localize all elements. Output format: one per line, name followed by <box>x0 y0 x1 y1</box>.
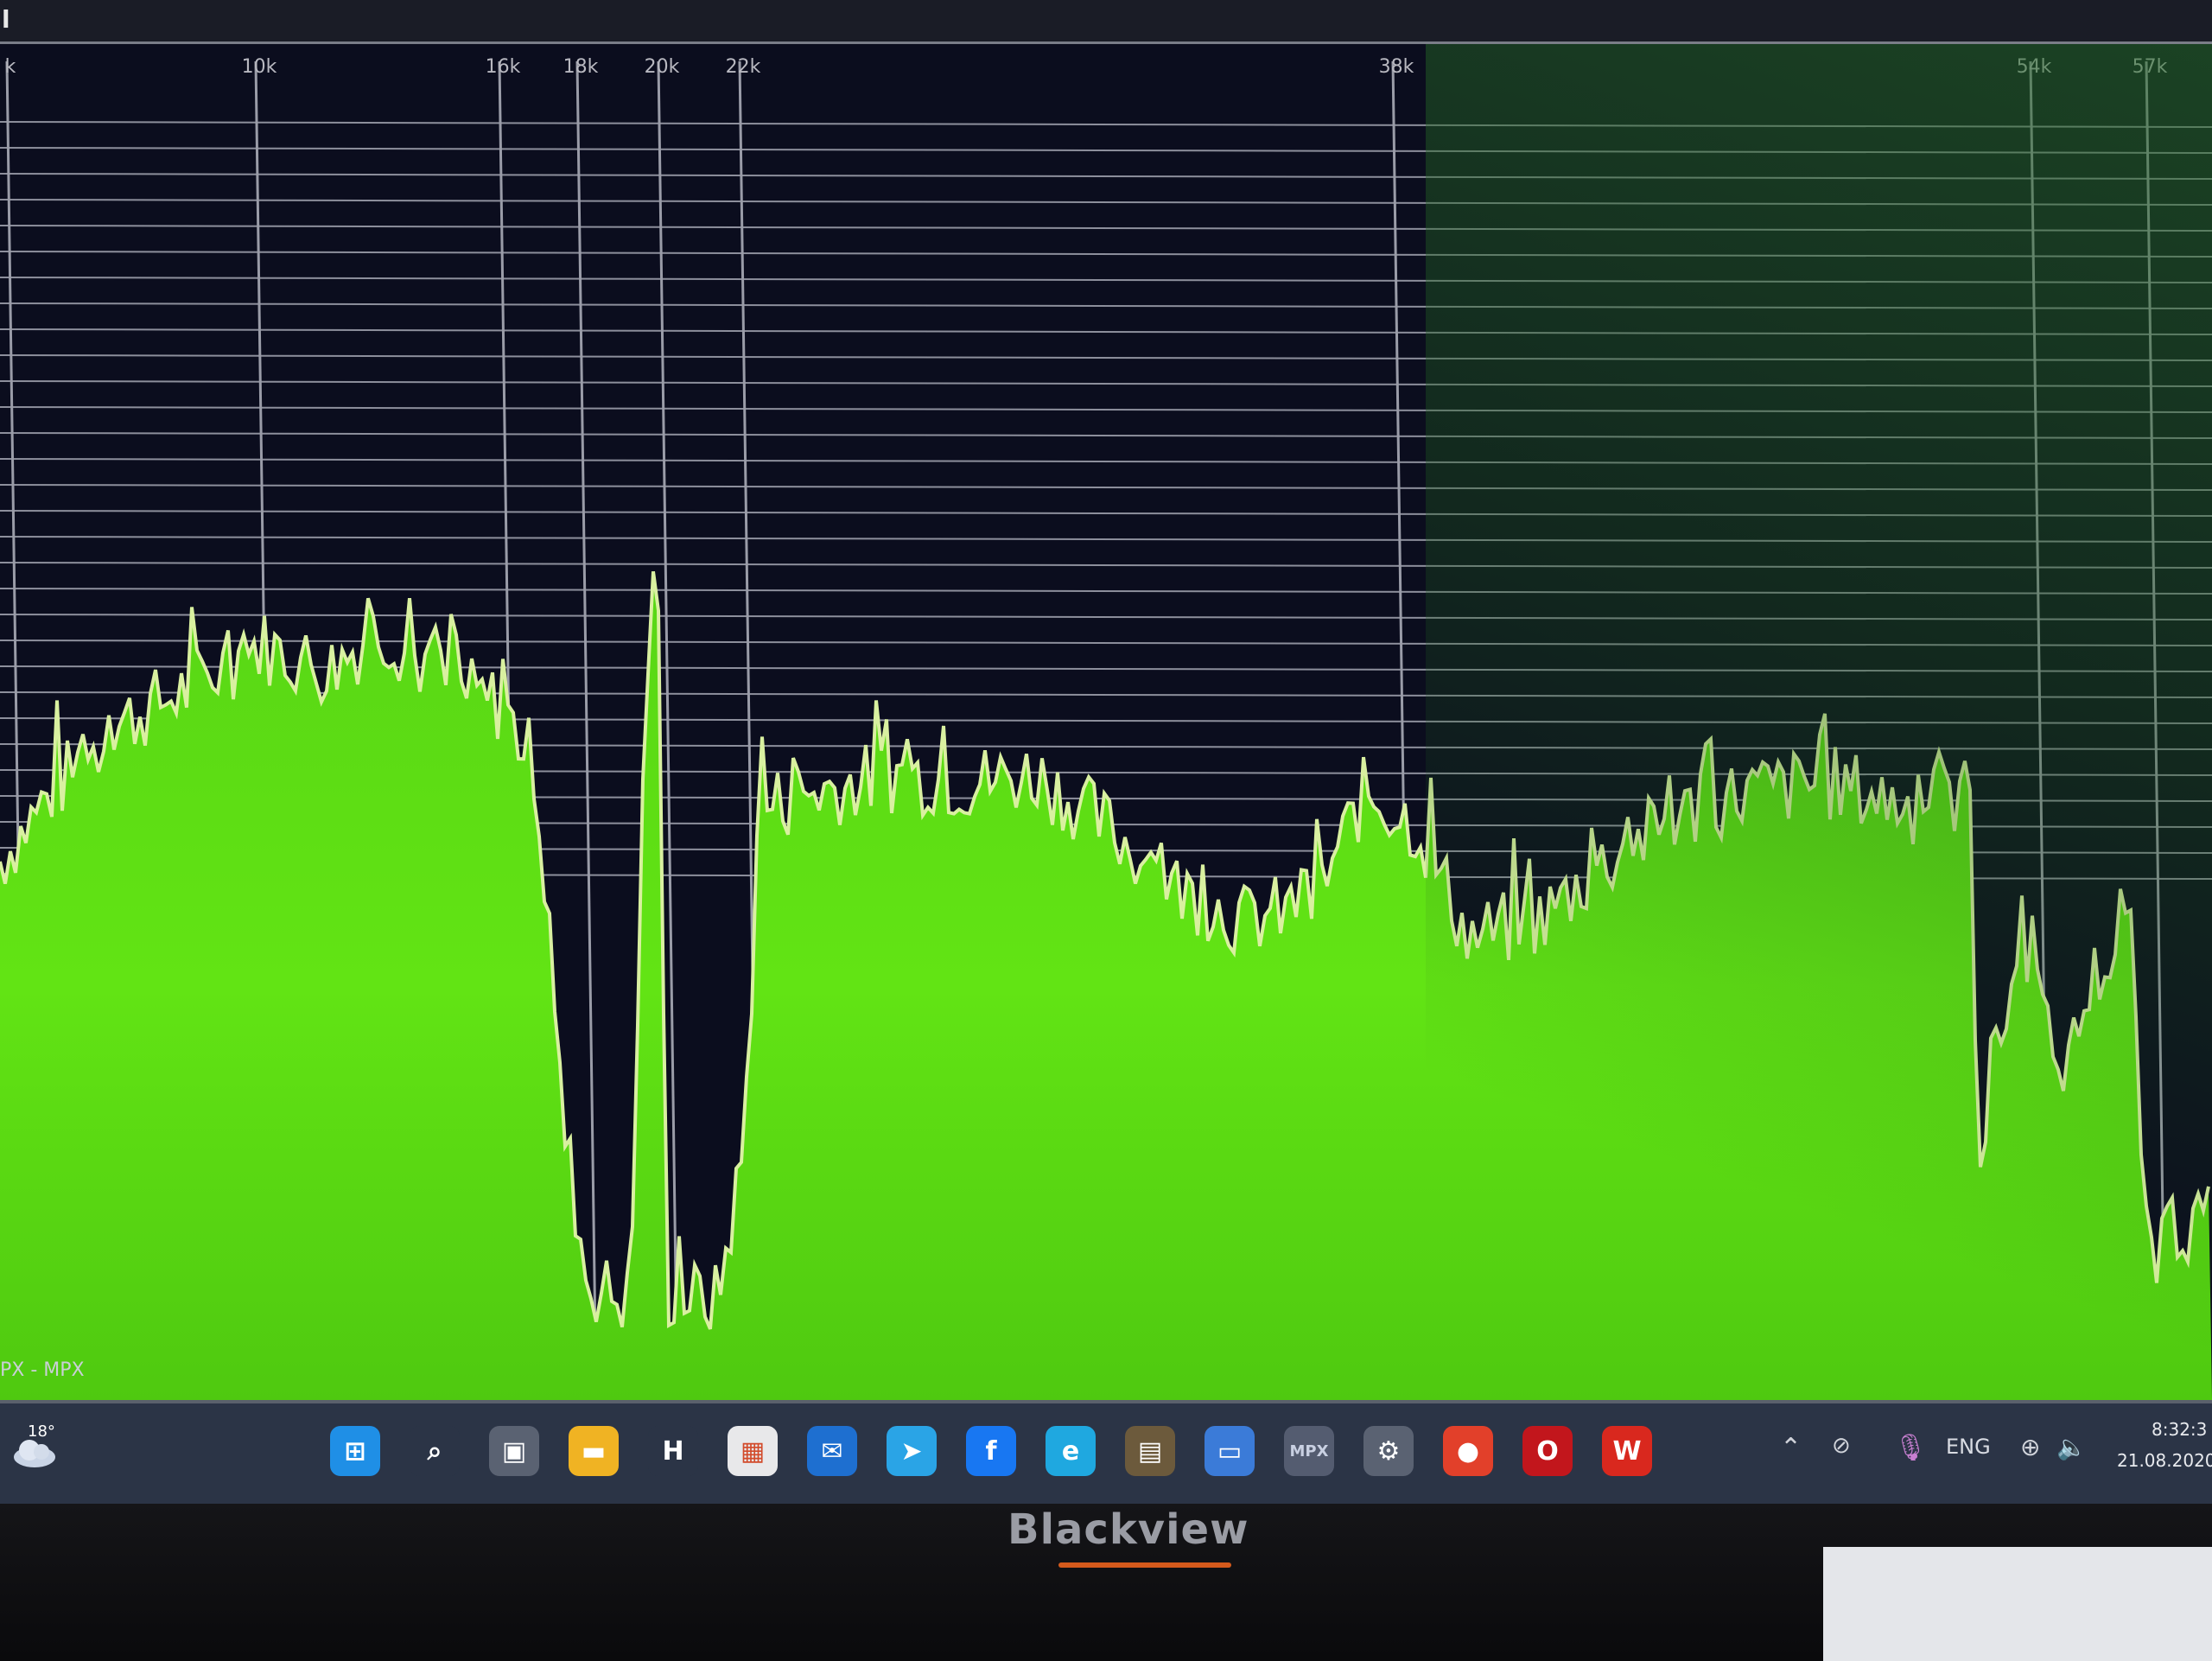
telegram-icon[interactable]: ➤ <box>887 1426 937 1476</box>
clock-date[interactable]: 21.08.2020 <box>2117 1450 2212 1471</box>
window-title-bar[interactable]: l <box>0 0 2212 44</box>
windows-start-icon[interactable]: ⊞ <box>330 1426 380 1476</box>
grid-line <box>0 302 2212 309</box>
grid-line <box>0 510 2212 517</box>
grid-line <box>0 614 2212 620</box>
grid-line <box>0 121 2212 128</box>
grid-line <box>0 251 2212 258</box>
app-glyph: ● <box>1456 1435 1480 1467</box>
mpx-app-icon[interactable]: MPX <box>1284 1426 1334 1476</box>
frequency-marker-line <box>2145 60 2167 1400</box>
mail-icon[interactable]: ✉ <box>807 1426 857 1476</box>
app-glyph: f <box>985 1435 997 1467</box>
frequency-label: k <box>4 56 16 78</box>
spectrum-plot <box>0 60 2212 1400</box>
grid-line <box>0 484 2212 491</box>
app-glyph: W <box>1612 1435 1642 1467</box>
screen-recorder-icon[interactable]: ● <box>1443 1426 1493 1476</box>
grid-line <box>0 536 2212 543</box>
app-glyph: ▤ <box>1137 1435 1163 1467</box>
grid-line <box>0 277 2212 283</box>
search-icon[interactable]: ⌕ <box>410 1426 460 1476</box>
app-glyph: ⌕ <box>427 1435 442 1467</box>
grid-line <box>0 432 2212 439</box>
app-glyph: ▭ <box>1217 1435 1243 1467</box>
clock-time[interactable]: 8:32:3 <box>2152 1419 2207 1440</box>
app-glyph: ⊞ <box>344 1435 366 1467</box>
store-icon[interactable]: ▦ <box>728 1426 778 1476</box>
frequency-label: 18k <box>563 56 599 78</box>
task-view-icon[interactable]: ▣ <box>489 1426 539 1476</box>
grid-line <box>0 562 2212 569</box>
app-glyph: ➤ <box>900 1435 923 1467</box>
weather-widget[interactable]: 18° <box>9 1422 69 1480</box>
app-glyph: ✉ <box>821 1435 843 1467</box>
frequency-label: 57k <box>2132 56 2168 78</box>
microphone-icon[interactable]: 🎙 <box>1894 1433 1927 1463</box>
app-glyph: ▬ <box>581 1435 607 1467</box>
chevron-up-icon[interactable]: ⌃ <box>1780 1433 1802 1463</box>
spectrum-analyzer-panel[interactable]: k 10k 16k 18k 20k 22k 38k 54k 57k PX - MPX <box>0 44 2212 1400</box>
frequency-marker-line <box>575 60 598 1400</box>
app-glyph: ⚙ <box>1376 1435 1401 1467</box>
calculator-icon[interactable]: ▤ <box>1125 1426 1175 1476</box>
window-title: l <box>2 5 10 34</box>
monitor-screen: l k 10k 16k 18k 20k 22k 38k 54k 57k PX - MPX <box>0 0 2212 1504</box>
h-app-icon[interactable]: H <box>648 1426 698 1476</box>
monitor-brand-logo: Blackview <box>1007 1505 1249 1554</box>
grid-line <box>0 328 2212 335</box>
file-explorer-icon[interactable]: ▬ <box>569 1426 619 1476</box>
office-icon[interactable]: W <box>1602 1426 1652 1476</box>
app-glyph: e <box>1061 1435 1080 1467</box>
app-glyph: MPX <box>1289 1441 1329 1461</box>
folder-icon[interactable]: ▭ <box>1205 1426 1255 1476</box>
grid-line <box>0 225 2212 232</box>
opera-icon[interactable]: O <box>1522 1426 1573 1476</box>
grid-line <box>0 199 2212 206</box>
edge-icon[interactable]: e <box>1046 1426 1096 1476</box>
frequency-label: 22k <box>725 56 761 78</box>
app-glyph: H <box>662 1435 684 1467</box>
grid-line <box>0 640 2212 646</box>
volume-icon[interactable]: 🔈 <box>2056 1433 2087 1461</box>
globe-icon[interactable]: ⊕ <box>2020 1433 2040 1461</box>
weather-temperature: 18° <box>28 1422 55 1441</box>
channel-label: PX - MPX <box>0 1359 85 1381</box>
frequency-label: 20k <box>644 56 680 78</box>
frequency-label: 16k <box>485 56 521 78</box>
grid-line <box>0 380 2212 387</box>
app-glyph: O <box>1536 1435 1559 1467</box>
grid-line <box>0 354 2212 361</box>
grid-line <box>0 147 2212 154</box>
grid-line <box>0 588 2212 595</box>
grid-line <box>0 458 2212 465</box>
desk-background <box>1823 1547 2212 1661</box>
taskbar: 18° ⊞ ⌕ ▣ ▬ H ▦ ✉ ➤ f e ▤ ▭ MPX ⚙ ● O W ⌃ ⊘ 🎙 ENG ⊕ 🔈 8:… <box>0 1400 2212 1504</box>
facebook-icon[interactable]: f <box>966 1426 1016 1476</box>
frequency-label: 10k <box>241 56 277 78</box>
input-language[interactable]: ENG <box>1946 1435 1991 1459</box>
brand-underline <box>1058 1562 1231 1568</box>
network-off-icon[interactable]: ⊘ <box>1832 1433 1851 1459</box>
grid-line <box>0 173 2212 180</box>
app-glyph: ▦ <box>740 1435 766 1467</box>
frequency-label: 54k <box>2016 56 2052 78</box>
frequency-label: 38k <box>1378 56 1414 78</box>
grid-line <box>0 406 2212 413</box>
app-glyph: ▣ <box>501 1435 527 1467</box>
settings-icon[interactable]: ⚙ <box>1363 1426 1414 1476</box>
spectrum-fill <box>0 571 2212 1400</box>
